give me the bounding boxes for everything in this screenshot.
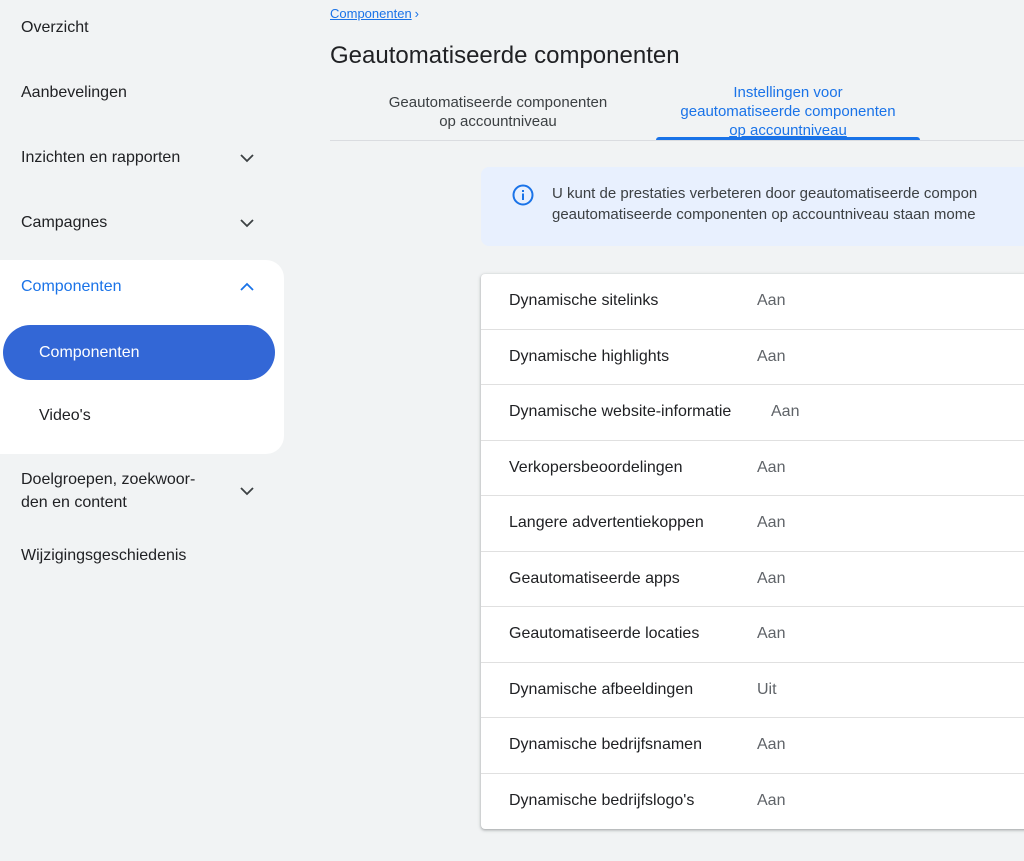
setting-row[interactable]: Dynamische highlights Aan [481,330,1024,385]
setting-name: Geautomatiseerde apps [509,569,680,587]
sidebar-item-label: Video's [39,407,91,424]
setting-row[interactable]: Dynamische sitelinks Aan [481,274,1024,330]
sidebar-item-label: Wijzigingsgeschiedenis [21,547,187,564]
setting-row[interactable]: Verkopersbeoordelingen Aan [481,441,1024,496]
sidebar-item-label-line1: Doelgroepen, zoekwoor- [21,471,196,488]
setting-name: Dynamische afbeeldingen [509,680,694,698]
tab-label-line2: op accountniveau [439,113,557,130]
setting-row[interactable]: Geautomatiseerde locaties Aan [481,607,1024,663]
sidebar-item-label: Componenten [39,343,140,361]
sidebar-item-label: Aanbevelingen [21,84,127,101]
info-banner-line2: geautomatiseerde componenten op accountn… [552,206,976,223]
setting-status: Aan [757,514,786,532]
page-title: Geautomatiseerde componenten [330,42,680,69]
sidebar-item-label: Campagnes [21,214,108,231]
setting-status: Aan [757,347,786,365]
info-banner: U kunt de prestaties verbeteren door gea… [481,167,1024,246]
sidebar-subitem-assets[interactable]: Componenten [3,325,275,380]
setting-row[interactable]: Dynamische website-informatie Aan [481,385,1024,441]
sidebar-item-assets[interactable]: Componenten [0,267,284,307]
breadcrumb-link-assets[interactable]: Componenten [330,6,412,21]
setting-name: Dynamische bedrijfslogo's [509,792,695,810]
sidebar-item-label: Inzichten en rapporten [21,149,181,166]
tab-label-line1: Instellingen voor [733,84,843,101]
setting-name: Dynamische website-informatie [509,403,732,421]
sidebar-item-insights[interactable]: Inzichten en rapporten [0,138,284,178]
setting-row[interactable]: Dynamische afbeeldingen Uit [481,663,1024,718]
chevron-up-icon [240,280,254,294]
setting-name: Dynamische highlights [509,347,670,365]
setting-name: Geautomatiseerde locaties [509,625,700,643]
setting-status: Aan [757,458,786,476]
chevron-down-icon [240,216,254,230]
tab-account-level-automated-assets[interactable]: Geautomatiseerde componenten op accountn… [344,82,652,140]
info-icon [511,183,535,207]
setting-row[interactable]: Dynamische bedrijfsnamen Aan [481,718,1024,774]
sidebar-item-label: Componenten [21,278,122,295]
breadcrumb-separator-icon: › [414,6,420,21]
chevron-down-icon [240,151,254,165]
setting-name: Dynamische sitelinks [509,292,659,310]
setting-status: Aan [757,625,786,643]
setting-status: Uit [757,680,777,698]
setting-status: Aan [757,792,786,810]
sidebar-item-overview[interactable]: Overzicht [0,8,284,48]
setting-name: Langere advertentiekoppen [509,514,704,532]
sidebar-item-audiences[interactable]: Doelgroepen, zoekwoor- den en content [0,463,284,519]
tab-account-level-settings[interactable]: Instellingen voor geautomatiseerde compo… [656,82,920,140]
sidebar-item-recommendations[interactable]: Aanbevelingen [0,73,284,113]
tab-bar: Geautomatiseerde componenten op accountn… [330,82,1024,141]
tab-label-line1: Geautomatiseerde componenten [388,94,608,111]
sidebar-item-label-line2: den en content [21,494,127,511]
sidebar-item-label: Doelgroepen, zoekwoor- den en content [21,468,221,514]
sidebar-item-label: Overzicht [21,19,89,36]
settings-card: Dynamische sitelinks Aan Dynamische high… [481,274,1024,829]
setting-status: Aan [757,569,786,587]
setting-status: Aan [757,292,786,310]
info-banner-line1: U kunt de prestaties verbeteren door gea… [552,185,978,202]
tab-label-line2: geautomatiseerde componenten [680,103,896,120]
setting-name: Verkopersbeoordelingen [509,458,683,476]
info-banner-text: U kunt de prestaties verbeteren door gea… [552,183,977,225]
sidebar-nav: Overzicht Aanbevelingen Inzichten en rap… [0,0,290,861]
setting-name: Dynamische bedrijfsnamen [509,736,702,754]
setting-row[interactable]: Dynamische bedrijfslogo's Aan [481,774,1024,830]
chevron-down-icon [240,484,254,498]
tab-label-line3: op accountniveau [729,122,847,139]
sidebar-subitem-videos[interactable]: Video's [39,396,91,436]
sidebar-item-change-history[interactable]: Wijzigingsgeschiedenis [0,536,284,576]
setting-row[interactable]: Geautomatiseerde apps Aan [481,552,1024,607]
setting-row[interactable]: Langere advertentiekoppen Aan [481,496,1024,552]
setting-status: Aan [771,403,800,421]
sidebar-item-campaigns[interactable]: Campagnes [0,203,284,243]
setting-status: Aan [757,736,786,754]
breadcrumb: Componenten › [330,6,419,21]
